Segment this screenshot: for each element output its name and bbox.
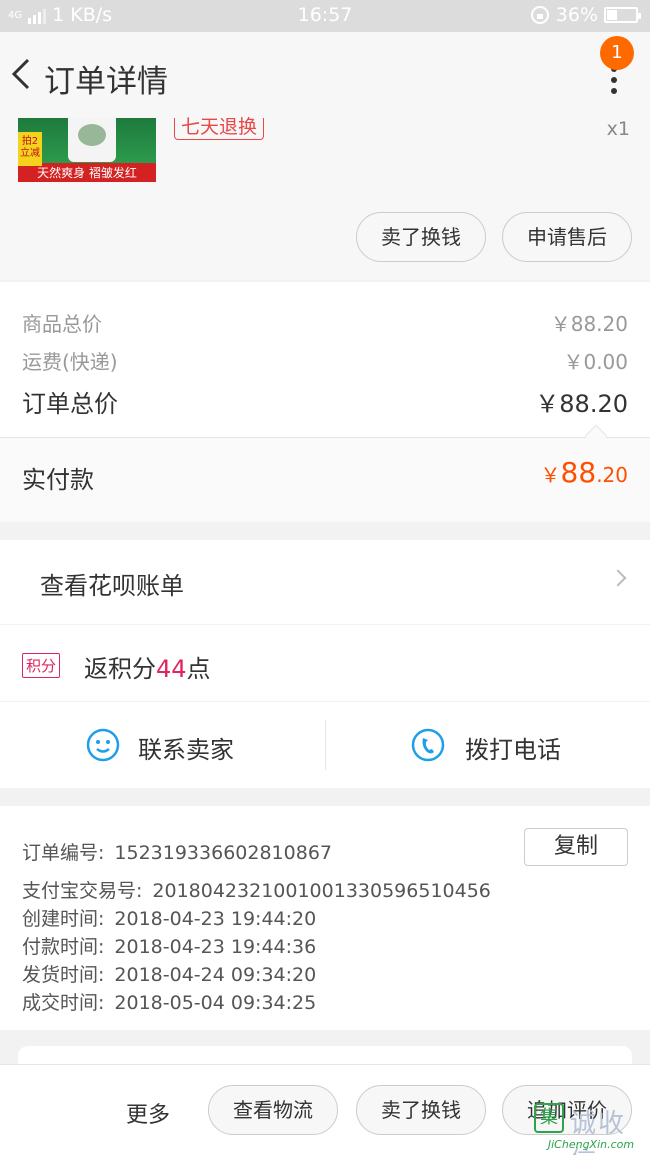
watermark-icon: 集: [534, 1103, 564, 1133]
goods-total-row: 商品总价 ￥88.20: [22, 308, 628, 337]
watermark-logo: 集 诚收信 JiChengXin.com: [534, 1101, 648, 1155]
order-info-row: 支付宝交易号: 2018042321001001330596510456: [22, 876, 491, 903]
points-suffix: 点: [186, 655, 211, 683]
return-policy-tag: 七天退换: [174, 118, 265, 140]
info-key: 成交时间:: [22, 992, 105, 1014]
shipping-row: 运费(快递) ￥0.00: [22, 346, 628, 375]
order-info-row: 创建时间: 2018-04-23 19:44:20: [22, 904, 316, 931]
goods-total-value: ￥88.20: [550, 312, 628, 336]
info-key: 发货时间:: [22, 964, 105, 986]
paid-amount: ￥88.20: [541, 456, 628, 489]
paid-time: 2018-04-23 19:44:36: [114, 936, 317, 958]
paid-currency: ￥: [540, 463, 561, 487]
contact-seller-button[interactable]: 联系卖家: [0, 702, 325, 788]
battery-icon: [604, 7, 641, 23]
huabei-label: 查看花呗账单: [40, 572, 184, 600]
order-total-row: 订单总价 ￥88.20: [22, 384, 628, 419]
more-menu-icon[interactable]: [604, 66, 624, 102]
price-section: 商品总价 ￥88.20 运费(快递) ￥0.00 订单总价 ￥88.20: [0, 282, 650, 448]
contact-bar: 联系卖家 拨打电话: [0, 702, 650, 788]
points-badge: 积分: [22, 653, 61, 678]
status-right: 36%: [530, 4, 641, 26]
copy-button[interactable]: 复制: [524, 828, 628, 866]
product-card: 拍2 立减 天然爽身 褶皱发红 七天退换 x1 卖了换钱 申请售后: [0, 118, 650, 280]
page-title: 订单详情: [44, 64, 168, 100]
order-info-row: 成交时间: 2018-05-04 09:34:25: [22, 988, 316, 1015]
order-info-row: 付款时间: 2018-04-23 19:44:36: [22, 932, 316, 959]
shipped-time: 2018-04-24 09:34:20: [114, 964, 317, 986]
battery-percent: 36%: [555, 4, 598, 26]
info-key: 付款时间:: [22, 936, 105, 958]
after-sale-button[interactable]: 申请售后: [502, 212, 632, 262]
sell-button-bottom[interactable]: 卖了换钱: [356, 1085, 486, 1135]
order-info-section: 订单编号: 152319336602810867 复制 支付宝交易号: 201804…: [0, 806, 650, 1030]
product-quantity: x1: [606, 118, 630, 140]
product-thumbnail[interactable]: 拍2 立减 天然爽身 褶皱发红: [18, 118, 156, 182]
paid-label: 实付款: [22, 466, 94, 494]
info-key: 创建时间:: [22, 908, 105, 930]
order-info-row: 订单编号: 152319336602810867: [22, 838, 332, 865]
call-phone-button[interactable]: 拨打电话: [325, 702, 650, 788]
thumb-promo-tag: 拍2 立减: [18, 132, 42, 166]
points-prefix: 返积分: [84, 655, 156, 683]
points-row: 积分 返积分44点: [0, 625, 650, 701]
shipping-label: 运费(快递): [22, 350, 118, 374]
back-arrow-icon[interactable]: [6, 54, 36, 94]
paid-row: 实付款 ￥88.20: [0, 438, 650, 522]
notification-badge: 1: [600, 36, 634, 70]
order-total-label: 订单总价: [22, 390, 118, 418]
info-key: 订单编号:: [22, 842, 105, 864]
points-text: 返积分44点: [84, 649, 211, 684]
bottle-image: [68, 118, 116, 162]
chevron-right-icon: [609, 569, 627, 587]
order-info-row: 发货时间: 2018-04-24 09:34:20: [22, 960, 316, 987]
rotation-lock-icon: [530, 6, 549, 24]
phone-icon: [411, 728, 445, 762]
order-total-value: ￥88.20: [535, 390, 628, 418]
alipay-trade-number: 2018042321001001330596510456: [152, 880, 491, 902]
huabei-bill-link[interactable]: 查看花呗账单: [0, 540, 650, 624]
app-header: 订单详情 1: [0, 32, 650, 118]
shipping-value: ￥0.00: [563, 350, 628, 374]
paid-integer: 88: [560, 456, 597, 489]
more-actions-link[interactable]: 更多: [126, 1097, 170, 1129]
contact-seller-label: 联系卖家: [138, 736, 234, 764]
view-logistics-button[interactable]: 查看物流: [208, 1085, 338, 1135]
chat-face-icon: [86, 728, 120, 762]
thumb-caption: 天然爽身 褶皱发红: [37, 166, 137, 180]
completed-time: 2018-05-04 09:34:25: [114, 992, 317, 1014]
order-number: 152319336602810867: [114, 842, 332, 864]
sell-button[interactable]: 卖了换钱: [356, 212, 486, 262]
status-bar: 4G 1 KB/s 16:57 36%: [0, 0, 650, 32]
goods-total-label: 商品总价: [22, 312, 102, 336]
info-key: 支付宝交易号:: [22, 880, 143, 902]
paid-decimal: .20: [596, 463, 628, 487]
call-phone-label: 拨打电话: [465, 736, 561, 764]
points-value: 44: [156, 655, 187, 683]
watermark-url: JiChengXin.com: [547, 1138, 635, 1151]
created-time: 2018-04-23 19:44:20: [114, 908, 317, 930]
